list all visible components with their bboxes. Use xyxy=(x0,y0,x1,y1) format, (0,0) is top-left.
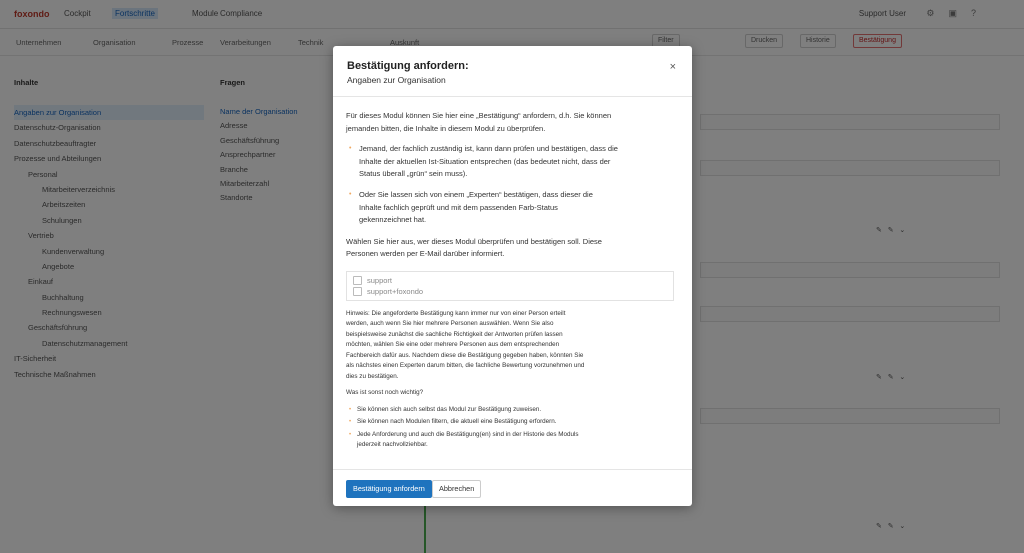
dialog-title: Bestätigung anfordern: xyxy=(347,60,469,72)
important-heading: Was ist sonst noch wichtig? xyxy=(346,389,424,397)
important-item: Jede Anforderung und auch die Bestätigun… xyxy=(346,430,589,451)
person-option-label: support+foxondo xyxy=(367,286,424,296)
person-select-list: support support+foxondo xyxy=(346,270,674,301)
intro-text: Für dieses Modul können Sie hier eine „B… xyxy=(346,111,612,133)
choose-text: Wählen Sie hier aus, wer dieses Modul üb… xyxy=(346,236,602,259)
person-option[interactable]: support+foxondo xyxy=(353,286,667,297)
hint-text: Hinweis: Die angeforderte Bestätigung ka… xyxy=(346,309,585,380)
person-option[interactable]: support xyxy=(353,275,667,286)
person-option-label: support xyxy=(367,275,393,285)
request-confirmation-button[interactable]: Bestätigung anfordern xyxy=(346,480,432,498)
dialog-header: Bestätigung anfordern: Angaben zur Organ… xyxy=(333,46,692,97)
important-item: Sie können nach Modulen filtern, die akt… xyxy=(346,417,597,428)
dialog-subtitle: Angaben zur Organisation xyxy=(347,75,446,85)
important-item: Sie können sich auch selbst das Modul zu… xyxy=(346,405,597,416)
option-item: Jemand, der fachlich zuständig ist, kann… xyxy=(346,143,621,180)
checkbox[interactable] xyxy=(353,275,362,285)
dialog-footer: Bestätigung anfordern Abbrechen xyxy=(333,469,692,507)
checkbox[interactable] xyxy=(353,286,362,296)
cancel-button[interactable]: Abbrechen xyxy=(432,480,482,498)
request-confirmation-dialog: Bestätigung anfordern: Angaben zur Organ… xyxy=(333,46,692,506)
close-icon[interactable]: × xyxy=(670,61,676,73)
option-item: Oder Sie lassen sich von einem „Experten… xyxy=(346,189,609,226)
dialog-body: Für dieses Modul können Sie hier eine „B… xyxy=(346,110,676,451)
